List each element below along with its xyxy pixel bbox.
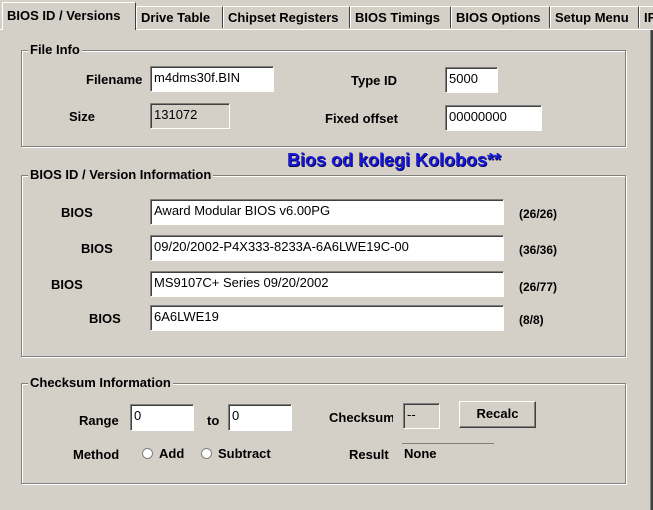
bios-row-1-label: BIOS: [61, 205, 93, 220]
add-radio[interactable]: [142, 448, 153, 459]
to-label: to: [207, 413, 220, 428]
tab-drive-table[interactable]: Drive Table: [136, 6, 223, 28]
bios-row-4-label: BIOS: [89, 311, 121, 326]
bios-row-2-label: BIOS: [81, 241, 113, 256]
bios-info-title: BIOS ID / Version Information: [28, 167, 214, 182]
range-to-field[interactable]: 0: [228, 404, 292, 431]
tab-strip: BIOS ID / Versions Drive Table Chipset R…: [0, 0, 653, 30]
result-value: None: [404, 446, 437, 461]
recalc-button[interactable]: Recalc: [459, 401, 536, 428]
size-field: 131072: [150, 103, 230, 129]
range-label: Range: [79, 413, 119, 428]
file-info-group: [21, 50, 626, 147]
add-label[interactable]: Add: [159, 446, 184, 461]
tab-chipset-registers[interactable]: Chipset Registers: [223, 6, 350, 28]
bios-row-3-label: BIOS: [51, 277, 83, 292]
fixed-offset-label: Fixed offset: [325, 111, 398, 126]
bios-row-2-count: (36/36): [519, 243, 558, 257]
tab-bios-id-versions[interactable]: BIOS ID / Versions: [2, 2, 136, 30]
bios-row-2-field[interactable]: 09/20/2002-P4X333-8233A-6A6LWE19C-00: [150, 235, 504, 261]
fixed-offset-field[interactable]: 00000000: [445, 105, 542, 131]
result-label: Result: [349, 447, 389, 462]
bios-row-4-field[interactable]: 6A6LWE19: [150, 305, 504, 331]
checksum-title: Checksum Information: [28, 375, 173, 390]
panel-right-edge-inner: [650, 29, 651, 510]
checksum-group: [21, 383, 626, 484]
checksum-field: --: [403, 403, 440, 429]
tab-bios-timings[interactable]: BIOS Timings: [350, 6, 451, 28]
method-label: Method: [73, 447, 120, 462]
bios-row-3-field[interactable]: MS9107C+ Series 09/20/2002: [150, 271, 504, 297]
type-id-label: Type ID: [351, 73, 397, 88]
result-underline: [402, 443, 494, 444]
file-info-title: File Info: [28, 42, 82, 57]
overlay-text: Bios od kolegi Kolobos**: [287, 150, 502, 170]
bios-row-1-count: (26/26): [519, 207, 558, 221]
tab-bios-options[interactable]: BIOS Options: [451, 6, 550, 28]
filename-label: Filename: [86, 72, 143, 87]
bios-row-4-count: (8/8): [519, 313, 544, 327]
filename-field[interactable]: m4dms30f.BIN: [150, 66, 274, 92]
type-id-field[interactable]: 5000: [445, 67, 498, 93]
range-from-field[interactable]: 0: [130, 404, 194, 431]
subtract-label[interactable]: Subtract: [218, 446, 271, 461]
tab-truncated[interactable]: IF: [639, 6, 653, 28]
size-label: Size: [69, 109, 96, 124]
bios-row-1-field[interactable]: Award Modular BIOS v6.00PG: [150, 199, 504, 225]
bios-row-3-count: (26/77): [519, 280, 558, 294]
subtract-radio[interactable]: [201, 448, 212, 459]
checksum-label: Checksum: [329, 410, 393, 425]
tab-setup-menu[interactable]: Setup Menu: [550, 6, 639, 28]
